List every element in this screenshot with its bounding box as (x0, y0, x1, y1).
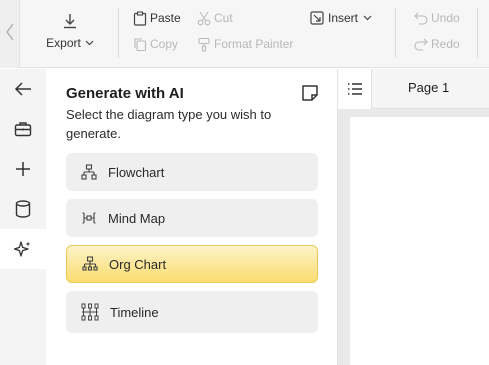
mind-map-icon (80, 209, 98, 227)
copy-label: Copy (150, 37, 179, 51)
database-icon (15, 200, 31, 218)
rail-back-button[interactable] (0, 69, 46, 109)
option-timeline[interactable]: Timeline (66, 291, 318, 333)
option-label: Mind Map (108, 210, 166, 226)
option-flowchart[interactable]: Flowchart (66, 153, 318, 191)
copy-button[interactable]: Copy (133, 36, 178, 52)
undo-icon (414, 12, 428, 25)
page-tab[interactable]: Page 1 (408, 80, 449, 95)
toolbar-collapse-strip[interactable] (0, 0, 20, 68)
export-button[interactable]: Export (40, 12, 100, 58)
toolbar-divider (395, 8, 396, 58)
page-tabs-bar: Page 1 (338, 69, 489, 109)
org-chart-icon (81, 255, 99, 273)
copy-icon (134, 37, 147, 51)
option-label: Org Chart (109, 256, 167, 272)
canvas-area: Page 1 (338, 69, 489, 365)
redo-button[interactable]: Redo (414, 36, 460, 52)
paste-label: Paste (150, 11, 181, 25)
sparkle-icon (14, 241, 31, 257)
canvas-page[interactable] (350, 117, 489, 365)
paste-button[interactable]: Paste (133, 10, 181, 26)
list-icon (347, 83, 362, 95)
option-label: Flowchart (108, 164, 165, 180)
plus-icon (16, 162, 30, 176)
panel-description: Select the diagram type you wish to gene… (66, 107, 272, 141)
cut-button[interactable]: Cut (197, 10, 233, 26)
flowchart-icon (80, 163, 98, 181)
rail-ai-button[interactable] (0, 229, 46, 269)
undo-label: Undo (431, 11, 460, 25)
insert-icon (310, 11, 324, 25)
left-nav-rail (0, 69, 46, 365)
option-org-chart[interactable]: Org Chart (66, 245, 318, 283)
page-list-button[interactable] (338, 69, 372, 109)
generate-ai-panel: Generate with AI Select the diagram type… (46, 69, 338, 365)
redo-label: Redo (431, 37, 460, 51)
download-icon (64, 14, 76, 29)
briefcase-icon (14, 122, 32, 137)
format-painter-label: Format Painter (214, 37, 294, 51)
feedback-button[interactable] (300, 83, 320, 103)
chevron-down-icon (363, 15, 372, 21)
toolbar-divider (118, 8, 119, 58)
toolbar-divider (477, 8, 478, 58)
rail-add-button[interactable] (0, 149, 46, 189)
chevron-down-icon (85, 40, 94, 46)
option-mind-map[interactable]: Mind Map (66, 199, 318, 237)
chevron-left-icon[interactable] (3, 22, 17, 42)
undo-button[interactable]: Undo (414, 10, 460, 26)
back-arrow-icon (14, 82, 31, 96)
insert-button[interactable]: Insert (310, 10, 372, 26)
rail-data-button[interactable] (0, 189, 46, 229)
insert-label: Insert (328, 11, 359, 25)
redo-icon (414, 38, 428, 51)
paste-icon (133, 10, 147, 26)
export-label: Export (46, 36, 81, 50)
note-icon (302, 85, 318, 101)
format-painter-icon (198, 37, 210, 52)
scissors-icon (197, 11, 211, 25)
cut-label: Cut (214, 11, 233, 25)
option-label: Timeline (110, 304, 159, 320)
panel-title: Generate with AI (66, 85, 184, 102)
toolbar: Export Paste Cut Copy Format Painter Ins… (0, 0, 489, 68)
timeline-icon (80, 303, 100, 321)
format-painter-button[interactable]: Format Painter (197, 36, 293, 52)
rail-templates-button[interactable] (0, 109, 46, 149)
